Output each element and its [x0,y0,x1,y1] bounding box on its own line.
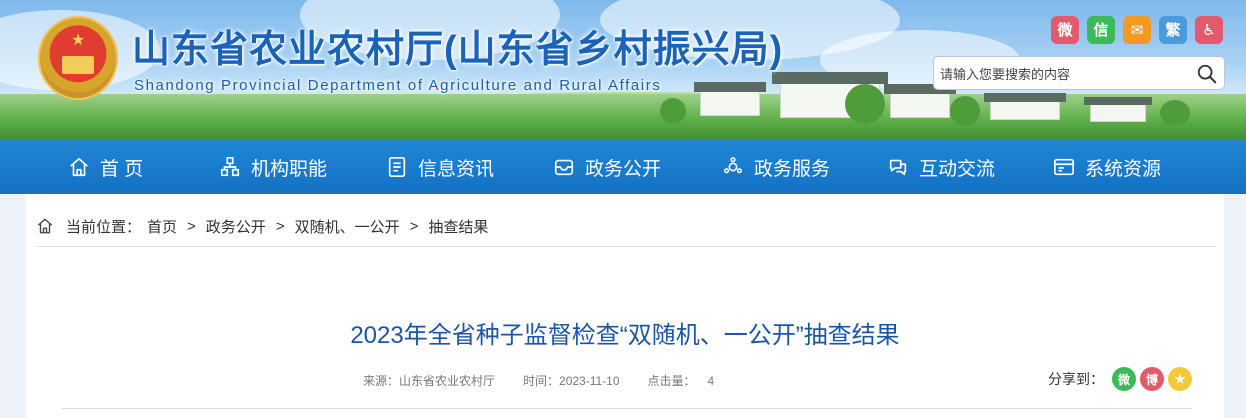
weibo-icon[interactable]: 微 [1051,16,1079,44]
inbox-icon [554,159,574,176]
divider [62,408,1192,409]
article-source: 来源：山东省农业农村厅 [363,374,496,388]
nav-item-gov-affairs[interactable]: 政务公开 [553,140,661,194]
breadcrumb-separator: > [409,217,419,235]
breadcrumb-item-double-random[interactable]: 双随机、一公开 [295,216,400,237]
search-icon[interactable] [1196,63,1218,85]
article-hits: 点击量： 4 [648,372,715,388]
nav-item-label: 首 页 [100,158,144,180]
nav-item-label: 政务服务 [754,158,831,180]
nav-item-label: 互动交流 [919,158,996,180]
home-icon [37,218,53,234]
breadcrumb-label: 当前位置： [66,218,142,236]
share-weibo-icon[interactable]: 博 [1140,367,1164,391]
national-emblem-logo: ★ [38,16,118,100]
divider [36,246,1216,247]
breadcrumb: 当前位置： 首页 > 政务公开 > 双随机、一公开 > 抽查结果 [36,216,488,236]
nav-item-label: 系统资源 [1085,158,1162,180]
document-icon [388,157,406,177]
search-box [933,56,1225,90]
nav-item-organization[interactable]: 机构职能 [219,140,327,194]
traditional-chinese-icon[interactable]: 繁 [1159,16,1187,44]
browser-window-icon [1054,158,1074,176]
wechat-icon[interactable]: 信 [1087,16,1115,44]
site-subtitle: Shandong Provincial Department of Agricu… [134,77,662,94]
breadcrumb-separator: > [275,217,285,235]
breadcrumb-item-home[interactable]: 首页 [147,216,177,237]
article-container: 当前位置： 首页 > 政务公开 > 双随机、一公开 > 抽查结果 2023年全省… [26,194,1224,418]
social-links: 微 信 ✉ 繁 ♿ [1051,16,1223,44]
share-favorite-icon[interactable]: ★ [1168,367,1192,391]
article-title: 2023年全省种子监督检查“双随机、一公开”抽查结果 [350,322,900,349]
nav-item-news[interactable]: 信息资讯 [386,140,494,194]
hits-count: 4 [707,374,715,388]
home-icon [70,157,88,177]
site-title: 山东省农业农村厅(山东省乡村振兴局) [132,29,784,71]
breadcrumb-item-results[interactable]: 抽查结果 [428,216,488,237]
article-meta: 来源：山东省农业农村厅 时间：2023-11-10 点击量： 4 [363,372,714,388]
nav-item-interaction[interactable]: 互动交流 [887,140,995,194]
nav-item-label: 政务公开 [585,158,662,180]
org-structure-icon [220,157,240,177]
mail-icon[interactable]: ✉ [1123,16,1151,44]
nav-item-system-resources[interactable]: 系统资源 [1053,140,1161,194]
main-nav: 首 页 机构职能 信息资讯 政务公开 政务服务 互动交流 系统资源 [0,140,1246,194]
share-bar: 分享到： 微 博 ★ [1048,366,1192,392]
header-banner: ★ 山东省农业农村厅(山东省乡村振兴局) Shandong Provincial… [0,0,1246,140]
article-date: 时间：2023-11-10 [523,374,620,388]
share-label: 分享到： [1048,371,1104,387]
share-wechat-icon[interactable]: 微 [1112,367,1136,391]
search-input[interactable] [940,63,1190,85]
breadcrumb-item-gov-affairs[interactable]: 政务公开 [206,216,266,237]
nav-item-home[interactable]: 首 页 [68,140,143,194]
service-icon [724,157,742,174]
accessibility-icon[interactable]: ♿ [1195,16,1223,44]
nav-item-label: 机构职能 [251,158,328,180]
nav-item-gov-services[interactable]: 政务服务 [722,140,830,194]
nav-item-label: 信息资讯 [418,158,495,180]
chat-icon [889,159,907,176]
hits-label: 点击量： [647,374,696,388]
breadcrumb-separator: > [187,217,196,235]
